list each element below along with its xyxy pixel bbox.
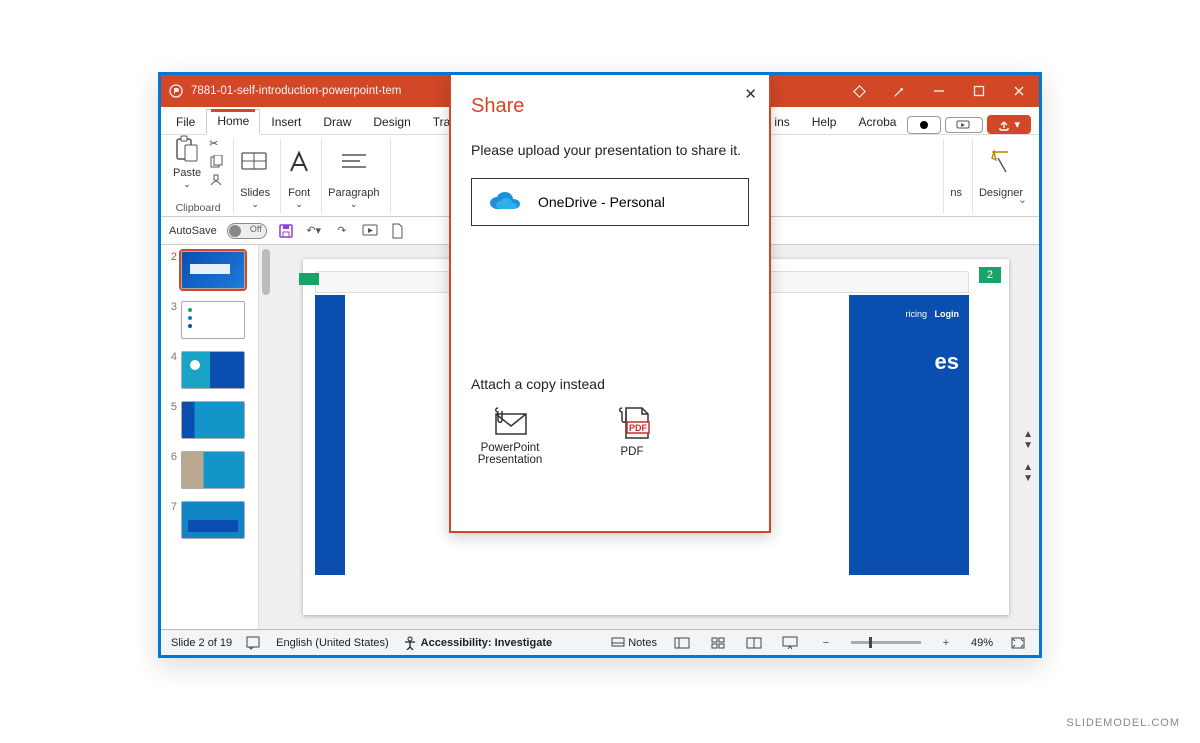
tab-design[interactable]: Design — [362, 110, 421, 134]
attach-powerpoint-option[interactable]: PowerPoint Presentation — [471, 406, 549, 466]
thumbnail-6[interactable]: 6 — [165, 451, 254, 489]
pdf-file-icon: PDF — [612, 406, 652, 440]
attach-copy-header: Attach a copy instead — [471, 376, 749, 392]
tab-addins[interactable]: ins — [771, 110, 800, 134]
accessibility-indicator[interactable]: Accessibility: Investigate — [403, 636, 552, 650]
paragraph-group[interactable]: Paragraph⌄ — [322, 139, 390, 214]
minimize-button[interactable] — [919, 75, 959, 107]
normal-view-icon[interactable] — [671, 634, 693, 652]
zoom-slider[interactable] — [851, 641, 921, 644]
font-group[interactable]: Font⌄ — [281, 139, 322, 214]
font-label: Font — [288, 187, 310, 199]
format-painter-icon[interactable] — [209, 174, 223, 188]
slideshow-icon[interactable] — [361, 222, 379, 240]
addins-stub[interactable]: ns — [943, 139, 973, 214]
tab-help[interactable]: Help — [801, 110, 848, 134]
canvas-blue-sidebar — [315, 295, 345, 575]
thumbnail-scrollbar[interactable] — [259, 245, 273, 629]
cut-icon[interactable]: ✂ — [209, 137, 223, 150]
onedrive-label: OneDrive - Personal — [538, 194, 665, 210]
share-button[interactable]: ▾ — [987, 115, 1031, 134]
language-indicator[interactable]: English (United States) — [276, 637, 389, 649]
tab-acrobat[interactable]: Acroba — [847, 110, 907, 134]
envelope-clip-icon — [490, 406, 530, 436]
autosave-label: AutoSave — [169, 225, 217, 237]
slide-indicator[interactable]: Slide 2 of 19 — [171, 637, 232, 649]
powerpoint-logo-icon — [161, 83, 191, 99]
tab-home[interactable]: Home — [206, 109, 260, 135]
maximize-button[interactable] — [959, 75, 999, 107]
onedrive-option[interactable]: OneDrive - Personal — [471, 178, 749, 226]
reading-view-icon[interactable] — [743, 634, 765, 652]
slides-label: Slides — [240, 187, 270, 199]
slide-thumbnails: 2 3 4 5 6 7 — [161, 245, 259, 629]
watermark: SLIDEMODEL.COM — [1066, 717, 1180, 729]
copy-icon[interactable] — [209, 155, 223, 169]
thumbnail-3[interactable]: 3 — [165, 301, 254, 339]
clipboard-label: Clipboard — [176, 200, 221, 214]
fit-to-window-icon[interactable] — [1007, 634, 1029, 652]
dialog-title: Share — [471, 95, 749, 118]
svg-text:PDF: PDF — [629, 423, 648, 433]
paste-label: Paste — [173, 167, 201, 179]
attach-pdf-option[interactable]: PDF PDF — [593, 406, 671, 466]
notes-button[interactable]: Notes — [611, 637, 657, 649]
spellcheck-icon[interactable] — [246, 636, 262, 650]
save-icon[interactable] — [277, 222, 295, 240]
stage-scroll-arrows[interactable]: ▲▼▲▼ — [1023, 429, 1033, 484]
collapse-ribbon-icon[interactable]: ⌄ — [1018, 193, 1027, 206]
status-bar: Slide 2 of 19 English (United States) Ac… — [161, 629, 1039, 655]
undo-icon[interactable]: ↶▾ — [305, 222, 323, 240]
clipboard-group: Paste ⌄ ✂ Clipboard — [167, 139, 234, 214]
close-button[interactable] — [999, 75, 1039, 107]
dialog-message: Please upload your presentation to share… — [471, 142, 749, 158]
magic-icon[interactable] — [879, 75, 919, 107]
slide-number-tag: 2 — [979, 267, 1001, 283]
attach-ppt-label: PowerPoint Presentation — [471, 442, 549, 466]
tab-insert[interactable]: Insert — [260, 110, 312, 134]
dialog-close-button[interactable]: ✕ — [744, 85, 757, 103]
onedrive-icon — [488, 191, 522, 213]
thumbnail-5[interactable]: 5 — [165, 401, 254, 439]
attach-pdf-label: PDF — [621, 446, 644, 458]
paragraph-label: Paragraph — [328, 187, 379, 199]
redo-icon[interactable]: ↷ — [333, 222, 351, 240]
thumbnail-7[interactable]: 7 — [165, 501, 254, 539]
zoom-in-button[interactable]: + — [935, 634, 957, 652]
slides-group[interactable]: Slides⌄ — [234, 139, 281, 214]
zoom-level[interactable]: 49% — [971, 637, 993, 649]
thumbnail-2[interactable]: 2 — [165, 251, 254, 289]
autosave-toggle[interactable] — [227, 223, 267, 239]
thumbnail-4[interactable]: 4 — [165, 351, 254, 389]
record-button[interactable] — [907, 116, 941, 134]
sorter-view-icon[interactable] — [707, 634, 729, 652]
share-dialog: ✕ Share Please upload your presentation … — [449, 73, 771, 533]
powerpoint-window: 7881-01-self-introduction-powerpoint-tem… — [158, 72, 1042, 658]
tab-file[interactable]: File — [165, 110, 206, 134]
diamond-icon[interactable] — [839, 75, 879, 107]
zoom-out-button[interactable]: − — [815, 634, 837, 652]
new-file-icon[interactable] — [389, 222, 407, 240]
paste-button[interactable]: Paste ⌄ — [173, 135, 201, 190]
tab-draw[interactable]: Draw — [312, 110, 362, 134]
slideshow-view-icon[interactable] — [779, 634, 801, 652]
present-button[interactable] — [945, 117, 983, 133]
designer-label: Designer — [979, 187, 1023, 199]
canvas-blue-panel: ricing Login es — [849, 295, 969, 575]
